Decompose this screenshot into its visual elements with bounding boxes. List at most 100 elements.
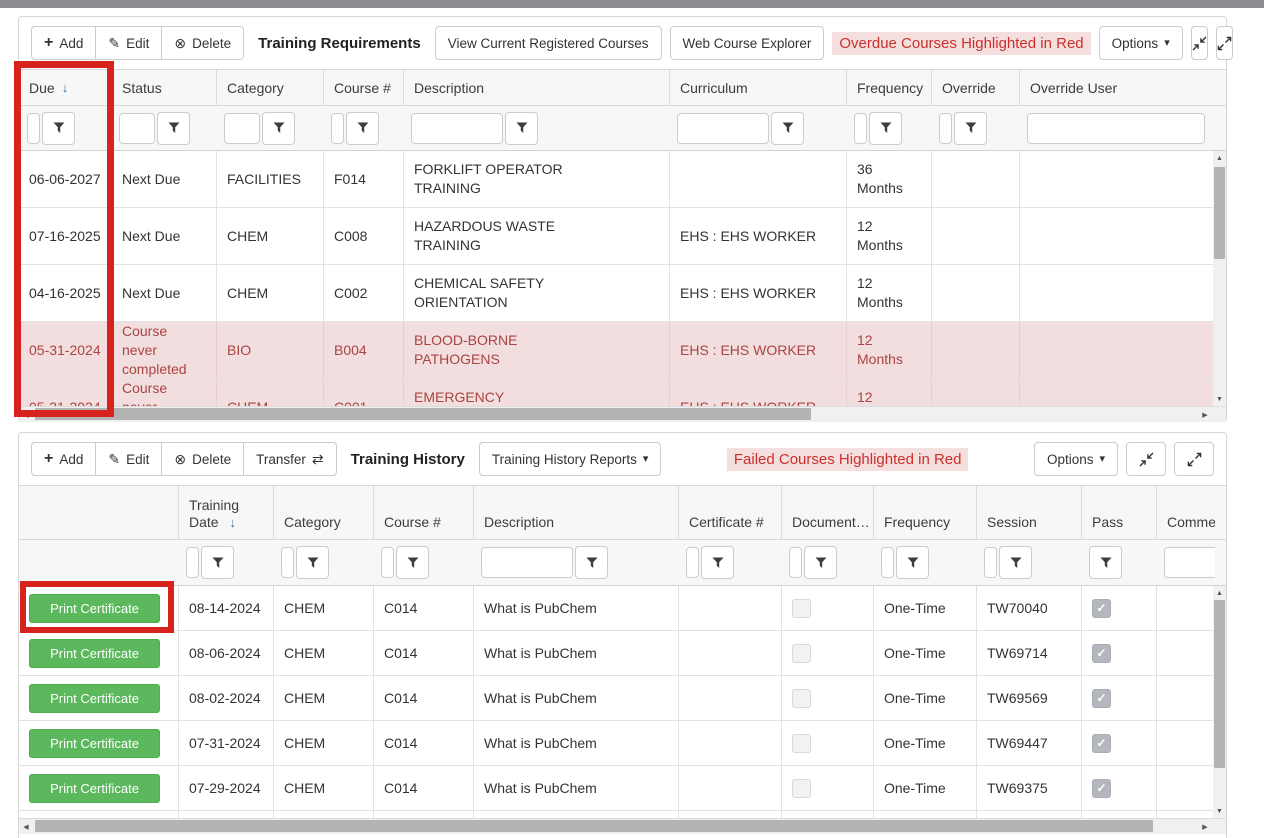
document-checkbox[interactable] xyxy=(792,644,811,663)
print-certificate-button[interactable]: Print Certificate xyxy=(29,594,160,623)
scroll-thumb[interactable] xyxy=(1214,167,1225,259)
filter-input-override[interactable] xyxy=(939,113,952,144)
vertical-scrollbar[interactable]: ▲ ▼ xyxy=(1213,586,1226,818)
scroll-thumb[interactable] xyxy=(35,408,811,420)
table-row-partial[interactable]: Print Certificate xyxy=(19,811,1226,818)
scroll-thumb[interactable] xyxy=(35,820,1153,832)
col-header-frequency[interactable]: Frequency xyxy=(846,70,931,105)
scroll-right-arrow[interactable]: ▶ xyxy=(1198,407,1212,422)
add-button[interactable]: + Add xyxy=(31,26,96,60)
filter-button-pass[interactable] xyxy=(1089,546,1122,579)
col-header-certificate[interactable]: Certificate # xyxy=(678,486,781,539)
filter-input-comments[interactable] xyxy=(1164,547,1215,578)
options-button[interactable]: Options ▾ xyxy=(1034,442,1118,476)
col-header-override-user[interactable]: Override User xyxy=(1019,70,1215,105)
delete-button[interactable]: ⊗ Delete xyxy=(161,442,244,476)
col-header-pass[interactable]: Pass xyxy=(1081,486,1156,539)
pass-checkbox[interactable]: ✓ xyxy=(1092,689,1111,708)
filter-button-description[interactable] xyxy=(575,546,608,579)
scroll-left-arrow[interactable]: ◀ xyxy=(19,819,33,834)
options-button[interactable]: Options ▾ xyxy=(1099,26,1183,60)
document-checkbox[interactable] xyxy=(792,734,811,753)
print-certificate-button[interactable]: Print Certificate xyxy=(29,729,160,758)
scroll-thumb[interactable] xyxy=(1214,600,1225,768)
col-header-category[interactable]: Category xyxy=(273,486,373,539)
filter-button-date[interactable] xyxy=(201,546,234,579)
col-header-description[interactable]: Description xyxy=(403,70,669,105)
col-header-course[interactable]: Course # xyxy=(373,486,473,539)
table-row-overdue[interactable]: 05-31-2024 Course never completed CHEM C… xyxy=(19,379,1226,406)
filter-button-frequency[interactable] xyxy=(869,112,902,145)
filter-input-session[interactable] xyxy=(984,547,997,578)
table-row[interactable]: Print Certificate 07-31-2024 CHEM C014 W… xyxy=(19,721,1226,766)
filter-input-description[interactable] xyxy=(481,547,573,578)
filter-input-certificate[interactable] xyxy=(686,547,699,578)
add-button[interactable]: + Add xyxy=(31,442,96,476)
col-header-document[interactable]: Document… xyxy=(781,486,873,539)
view-current-registered-courses-button[interactable]: View Current Registered Courses xyxy=(435,26,662,60)
filter-input-course[interactable] xyxy=(331,113,344,144)
filter-input-course[interactable] xyxy=(381,547,394,578)
filter-button-certificate[interactable] xyxy=(701,546,734,579)
col-header-category[interactable]: Category xyxy=(216,70,323,105)
filter-button-status[interactable] xyxy=(157,112,190,145)
print-certificate-button[interactable]: Print Certificate xyxy=(29,684,160,713)
filter-button-category[interactable] xyxy=(262,112,295,145)
filter-input-date[interactable] xyxy=(186,547,199,578)
scroll-down-arrow[interactable]: ▼ xyxy=(1213,392,1226,406)
print-certificate-button[interactable]: Print Certificate xyxy=(29,774,160,803)
col-header-comments[interactable]: Comments xyxy=(1156,486,1215,539)
expand-grid-button[interactable] xyxy=(1216,26,1233,60)
scroll-up-arrow[interactable]: ▲ xyxy=(1213,151,1226,165)
col-header-frequency[interactable]: Frequency xyxy=(873,486,976,539)
col-header-curriculum[interactable]: Curriculum xyxy=(669,70,846,105)
filter-button-frequency[interactable] xyxy=(896,546,929,579)
table-row[interactable]: 04-16-2025 Next Due CHEM C002 CHEMICAL S… xyxy=(19,265,1226,322)
print-certificate-button[interactable]: Print Certificate xyxy=(29,639,160,668)
document-checkbox[interactable] xyxy=(792,689,811,708)
pass-checkbox[interactable]: ✓ xyxy=(1092,644,1111,663)
training-history-reports-button[interactable]: Training History Reports ▾ xyxy=(479,442,662,476)
col-header-description[interactable]: Description xyxy=(473,486,678,539)
filter-button-curriculum[interactable] xyxy=(771,112,804,145)
document-checkbox[interactable] xyxy=(792,779,811,798)
col-header-training-date[interactable]: Training Date ↓ xyxy=(178,486,273,539)
expand-grid-button[interactable] xyxy=(1174,442,1214,476)
filter-input-description[interactable] xyxy=(411,113,503,144)
filter-button-course[interactable] xyxy=(346,112,379,145)
filter-button-session[interactable] xyxy=(999,546,1032,579)
table-row[interactable]: 06-06-2027 Next Due FACILITIES F014 FORK… xyxy=(19,151,1226,208)
filter-input-status[interactable] xyxy=(119,113,155,144)
table-row-overdue[interactable]: 05-31-2024 Course never completed BIO B0… xyxy=(19,322,1226,379)
transfer-button[interactable]: Transfer ⇄ xyxy=(243,442,337,476)
filter-input-document[interactable] xyxy=(789,547,802,578)
edit-button[interactable]: ✎ Edit xyxy=(95,26,162,60)
col-header-session[interactable]: Session xyxy=(976,486,1081,539)
collapse-grid-button[interactable] xyxy=(1126,442,1166,476)
filter-input-due[interactable] xyxy=(27,113,40,144)
edit-button[interactable]: ✎ Edit xyxy=(95,442,162,476)
scroll-up-arrow[interactable]: ▲ xyxy=(1213,586,1226,600)
filter-input-category[interactable] xyxy=(224,113,260,144)
pass-checkbox[interactable]: ✓ xyxy=(1092,779,1111,798)
document-checkbox[interactable] xyxy=(792,599,811,618)
filter-input-frequency[interactable] xyxy=(854,113,867,144)
filter-input-frequency[interactable] xyxy=(881,547,894,578)
table-row[interactable]: Print Certificate 08-02-2024 CHEM C014 W… xyxy=(19,676,1226,721)
web-course-explorer-button[interactable]: Web Course Explorer xyxy=(670,26,825,60)
pass-checkbox[interactable]: ✓ xyxy=(1092,599,1111,618)
scroll-down-arrow[interactable]: ▼ xyxy=(1213,804,1226,818)
delete-button[interactable]: ⊗ Delete xyxy=(161,26,244,60)
scroll-right-arrow[interactable]: ▶ xyxy=(1198,819,1212,834)
col-header-status[interactable]: Status xyxy=(111,70,216,105)
horizontal-scrollbar[interactable]: ◀ ▶ xyxy=(19,406,1226,422)
vertical-scrollbar[interactable]: ▲ ▼ xyxy=(1213,151,1226,406)
filter-button-description[interactable] xyxy=(505,112,538,145)
table-row[interactable]: 07-16-2025 Next Due CHEM C008 HAZARDOUS … xyxy=(19,208,1226,265)
pass-checkbox[interactable]: ✓ xyxy=(1092,734,1111,753)
col-header-due[interactable]: Due ↓ xyxy=(19,70,111,105)
scroll-left-arrow[interactable]: ◀ xyxy=(19,407,33,422)
horizontal-scrollbar[interactable]: ◀ ▶ xyxy=(19,818,1226,834)
filter-button-override[interactable] xyxy=(954,112,987,145)
col-header-override[interactable]: Override xyxy=(931,70,1019,105)
